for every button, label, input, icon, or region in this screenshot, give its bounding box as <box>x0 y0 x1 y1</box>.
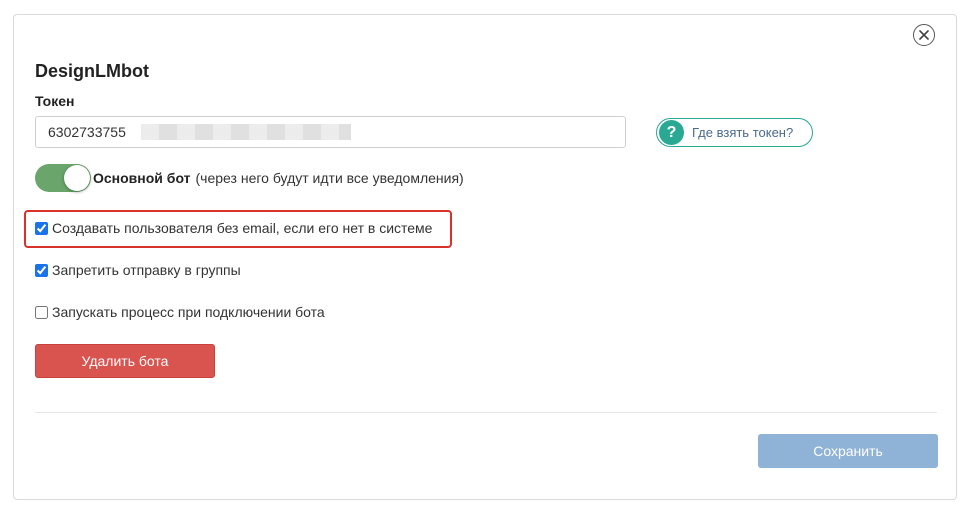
main-bot-toggle[interactable] <box>35 164 91 192</box>
bot-settings-dialog: DesignLMbot Токен ? Где взять токен? Осн… <box>13 14 957 500</box>
get-token-help-label: Где взять токен? <box>692 125 794 140</box>
delete-bot-button[interactable]: Удалить бота <box>35 344 215 378</box>
option-forbid-groups[interactable]: Запретить отправку в группы <box>35 262 241 278</box>
main-bot-title: Основной бот <box>93 170 191 186</box>
forbid-groups-label: Запретить отправку в группы <box>52 262 241 278</box>
token-redaction <box>141 124 351 140</box>
question-icon: ? <box>659 120 684 145</box>
create-user-checkbox[interactable] <box>35 221 48 235</box>
dialog-title: DesignLMbot <box>35 61 149 81</box>
get-token-help-button[interactable]: ? Где взять токен? <box>656 118 813 147</box>
footer-divider <box>35 412 937 413</box>
start-process-checkbox[interactable] <box>35 305 48 319</box>
token-label: Токен <box>35 93 75 109</box>
save-button[interactable]: Сохранить <box>758 434 938 468</box>
main-bot-toggle-row: Основной бот (через него будут идти все … <box>35 164 464 192</box>
start-process-label: Запускать процесс при подключении бота <box>52 304 325 320</box>
close-button[interactable] <box>913 24 935 46</box>
option-create-user-without-email[interactable]: Создавать пользователя без email, если е… <box>35 220 432 236</box>
create-user-label: Создавать пользователя без email, если е… <box>52 220 433 236</box>
forbid-groups-checkbox[interactable] <box>35 263 48 277</box>
main-bot-description: (через него будут идти все уведомления) <box>195 170 464 186</box>
toggle-knob <box>64 165 90 191</box>
close-icon <box>919 30 929 40</box>
option-start-process[interactable]: Запускать процесс при подключении бота <box>35 304 325 320</box>
